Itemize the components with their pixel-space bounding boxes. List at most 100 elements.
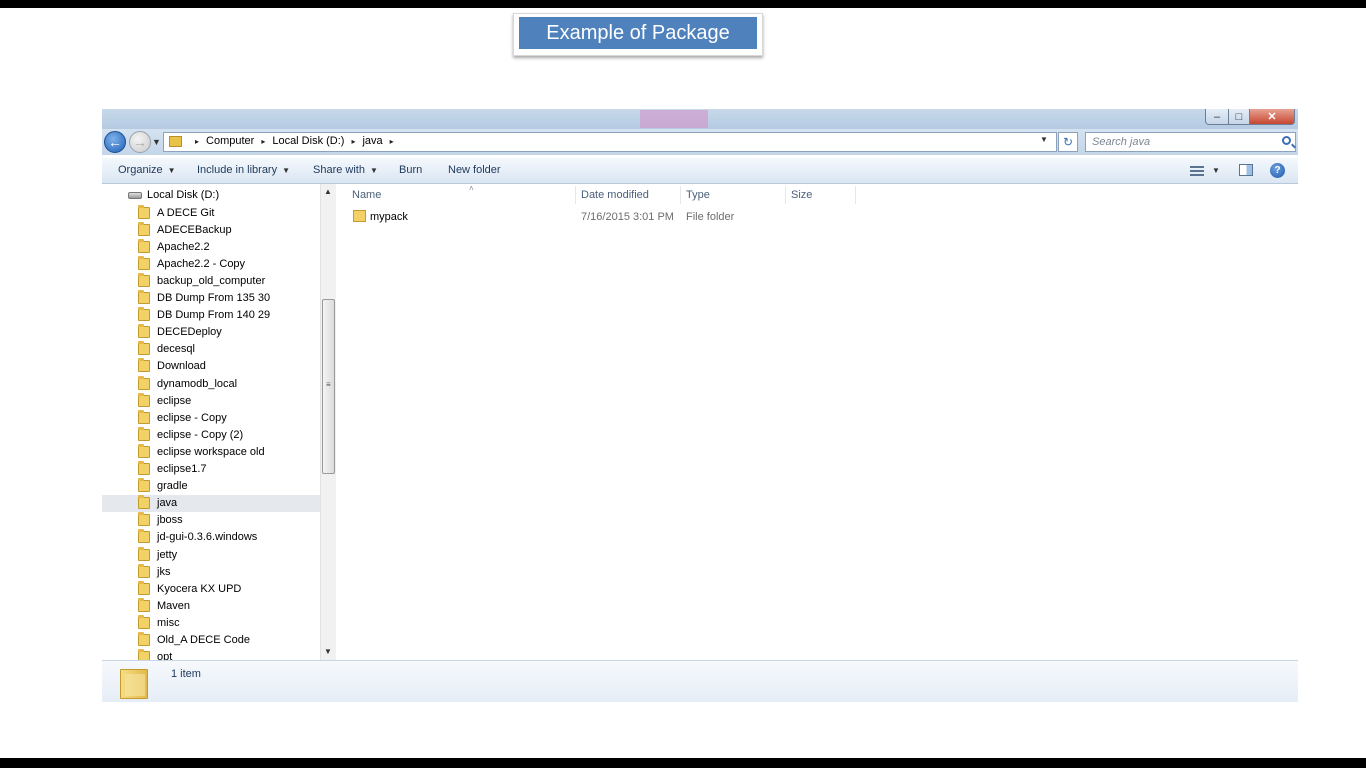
sidebar-item-label: Kyocera KX UPD bbox=[157, 582, 242, 595]
grip-icon: ≡ bbox=[326, 380, 331, 389]
nav-root-label: Local Disk (D:) bbox=[147, 189, 220, 201]
maximize-button[interactable]: □ bbox=[1228, 109, 1250, 125]
sidebar-item-folder[interactable]: Kyocera KX UPD bbox=[102, 580, 320, 597]
sidebar-item-folder[interactable]: DB Dump From 140 29 bbox=[102, 307, 320, 324]
sidebar-item-folder[interactable]: Maven bbox=[102, 597, 320, 614]
scrollbar-thumb[interactable]: ≡ bbox=[322, 299, 335, 474]
address-dropdown-icon[interactable]: ▼ bbox=[1040, 135, 1048, 144]
new-folder-button[interactable]: New folder bbox=[448, 164, 501, 176]
taskbar-highlight-blur bbox=[640, 110, 708, 128]
sidebar-item-label: eclipse1.7 bbox=[157, 463, 207, 475]
slide-title: Example of Package bbox=[519, 17, 757, 49]
sidebar-item-folder[interactable]: Old_A DECE Code bbox=[102, 632, 320, 649]
breadcrumb-separator[interactable]: ▸ bbox=[390, 137, 394, 146]
chevron-down-icon: ▼ bbox=[369, 166, 378, 175]
nav-pane-scrollbar[interactable]: ▲ ≡ ▼ bbox=[320, 184, 336, 660]
help-icon[interactable]: ? bbox=[1270, 163, 1285, 178]
change-view-icon[interactable] bbox=[1190, 165, 1204, 177]
column-header-type[interactable]: Type bbox=[681, 186, 786, 204]
folder-icon bbox=[138, 409, 150, 424]
explorer-window: – □ ✕ ← → ▼ ▸ Computer ▸ Local Disk (D:)… bbox=[102, 109, 1298, 702]
breadcrumb-java[interactable]: java bbox=[362, 135, 382, 147]
column-header-name[interactable]: Name ˄ bbox=[347, 184, 576, 204]
sidebar-item-label: backup_old_computer bbox=[157, 274, 266, 287]
window-titlebar[interactable]: – □ ✕ bbox=[102, 109, 1298, 129]
preview-pane-icon[interactable] bbox=[1239, 164, 1253, 176]
include-in-library-button[interactable]: Include in library ▼ bbox=[197, 164, 290, 176]
refresh-icon[interactable]: ↻ bbox=[1058, 132, 1078, 152]
navigation-pane: Local Disk (D:) A DECE Git ADECEBackup Apa… bbox=[102, 184, 320, 664]
folder-icon bbox=[138, 546, 150, 561]
breadcrumb-separator[interactable]: ▸ bbox=[351, 137, 355, 146]
breadcrumb-separator[interactable]: ▸ bbox=[261, 137, 265, 146]
bottom-black-bar bbox=[0, 758, 1366, 768]
sidebar-item-folder[interactable]: Apache2.2 - Copy bbox=[102, 255, 320, 272]
recent-pages-dropdown[interactable]: ▼ bbox=[152, 137, 161, 147]
sidebar-item-folder[interactable]: DECEDeploy bbox=[102, 324, 320, 341]
folder-icon bbox=[138, 563, 150, 578]
folder-icon bbox=[138, 512, 150, 527]
sidebar-item-folder[interactable]: eclipse bbox=[102, 392, 320, 409]
sidebar-item-folder[interactable]: A DECE Git bbox=[102, 204, 320, 221]
sidebar-item-folder[interactable]: jboss bbox=[102, 512, 320, 529]
share-with-button[interactable]: Share with ▼ bbox=[313, 164, 378, 176]
sidebar-item-folder[interactable]: eclipse workspace old bbox=[102, 443, 320, 460]
sidebar-item-label: jetty bbox=[157, 548, 178, 561]
file-date-modified: 7/16/2015 3:01 PM bbox=[581, 211, 674, 223]
sidebar-item-label: misc bbox=[157, 616, 180, 629]
address-bar[interactable]: ▸ Computer ▸ Local Disk (D:) ▸ java ▸ bbox=[163, 132, 1057, 152]
organize-button[interactable]: Organize ▼ bbox=[118, 164, 176, 176]
sidebar-item-folder[interactable]: jetty bbox=[102, 546, 320, 563]
sidebar-item-folder[interactable]: misc bbox=[102, 614, 320, 631]
folder-icon bbox=[138, 597, 150, 612]
folder-icon bbox=[138, 221, 150, 236]
sidebar-item-label: Apache2.2 - Copy bbox=[157, 257, 246, 270]
sidebar-item-folder[interactable]: eclipse1.7 bbox=[102, 461, 320, 478]
sidebar-item-folder[interactable]: gradle bbox=[102, 478, 320, 495]
chevron-down-icon: ▼ bbox=[167, 166, 176, 175]
sidebar-item-folder[interactable]: ADECEBackup bbox=[102, 221, 320, 238]
sidebar-item-label: ADECEBackup bbox=[157, 223, 232, 236]
sidebar-item-folder[interactable]: jks bbox=[102, 563, 320, 580]
breadcrumb-separator[interactable]: ▸ bbox=[195, 137, 199, 146]
back-arrow-icon[interactable]: ← bbox=[104, 131, 126, 153]
sidebar-item-label: dynamodb_local bbox=[157, 377, 238, 390]
minimize-button[interactable]: – bbox=[1205, 109, 1229, 125]
search-icon[interactable] bbox=[1282, 136, 1291, 145]
sidebar-item-folder[interactable]: decesql bbox=[102, 341, 320, 358]
table-row[interactable]: mypack 7/16/2015 3:01 PM File folder bbox=[336, 208, 1298, 227]
folder-icon bbox=[138, 204, 150, 219]
sidebar-item-label: eclipse - Copy (2) bbox=[157, 428, 244, 441]
breadcrumb-computer[interactable]: Computer bbox=[206, 135, 254, 147]
sidebar-item-label: A DECE Git bbox=[157, 206, 215, 219]
chevron-down-icon: ▼ bbox=[282, 166, 291, 175]
close-button[interactable]: ✕ bbox=[1249, 109, 1295, 125]
sidebar-item-folder[interactable]: java bbox=[102, 494, 320, 512]
column-header-date-modified[interactable]: Date modified bbox=[576, 186, 681, 204]
folder-icon bbox=[138, 341, 150, 356]
sidebar-item-label: Maven bbox=[157, 599, 191, 612]
sidebar-item-folder[interactable]: jd-gui-0.3.6.windows bbox=[102, 529, 320, 546]
nav-item-local-disk[interactable]: Local Disk (D:) bbox=[128, 187, 219, 203]
chevron-down-icon[interactable]: ▼ bbox=[1212, 166, 1220, 175]
share-with-label: Share with bbox=[313, 164, 365, 176]
sidebar-item-folder[interactable]: backup_old_computer bbox=[102, 272, 320, 289]
folder-icon bbox=[138, 614, 150, 629]
search-input[interactable]: Search java bbox=[1085, 132, 1296, 152]
sidebar-item-folder[interactable]: Download bbox=[102, 358, 320, 375]
include-in-library-label: Include in library bbox=[197, 164, 278, 176]
sidebar-item-folder[interactable]: eclipse - Copy (2) bbox=[102, 426, 320, 443]
sidebar-item-folder[interactable]: Apache2.2 bbox=[102, 238, 320, 255]
scroll-down-icon[interactable]: ▼ bbox=[324, 647, 332, 656]
sort-ascending-icon: ˄ bbox=[469, 184, 474, 193]
sidebar-item-label: DECEDeploy bbox=[157, 326, 222, 339]
breadcrumb-local-disk[interactable]: Local Disk (D:) bbox=[272, 135, 344, 147]
scroll-up-icon[interactable]: ▲ bbox=[324, 187, 332, 196]
forward-arrow-icon[interactable]: → bbox=[129, 131, 151, 153]
sidebar-item-folder[interactable]: DB Dump From 135 30 bbox=[102, 290, 320, 307]
sidebar-item-folder[interactable]: eclipse - Copy bbox=[102, 409, 320, 426]
column-header-size[interactable]: Size bbox=[786, 186, 856, 204]
file-list-pane: Name ˄ Date modified Type Size mypack 7/… bbox=[336, 184, 1298, 660]
sidebar-item-folder[interactable]: dynamodb_local bbox=[102, 375, 320, 392]
burn-button[interactable]: Burn bbox=[399, 164, 422, 176]
